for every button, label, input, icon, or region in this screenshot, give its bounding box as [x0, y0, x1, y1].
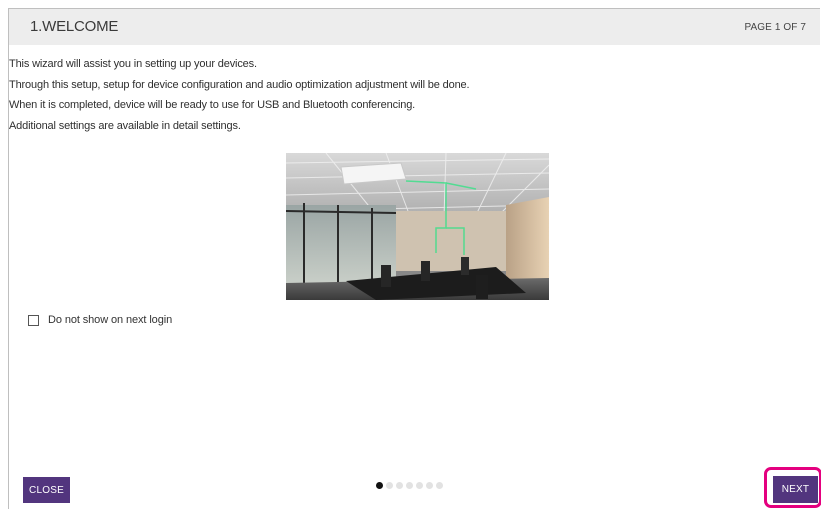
- page-dot-3: [396, 482, 403, 489]
- page-dot-5: [416, 482, 423, 489]
- intro-line: When it is completed, device will be rea…: [9, 99, 416, 111]
- close-button[interactable]: CLOSE: [23, 477, 70, 503]
- wizard-header: 1.WELCOME PAGE 1 OF 7: [9, 9, 820, 45]
- page-dot-1: [376, 482, 383, 489]
- page-title: 1.WELCOME: [30, 18, 119, 35]
- do-not-show-label: Do not show on next login: [48, 314, 173, 326]
- page-dot-7: [436, 482, 443, 489]
- page-dots: [376, 482, 443, 489]
- page-dot-4: [406, 482, 413, 489]
- do-not-show-checkbox[interactable]: [28, 314, 39, 326]
- do-not-show-checkbox-row[interactable]: Do not show on next login: [28, 314, 172, 326]
- page-dot-6: [426, 482, 433, 489]
- page-dot-2: [386, 482, 393, 489]
- page-indicator: PAGE 1 OF 7: [744, 22, 806, 33]
- intro-text: This wizard will assist you in setting u…: [9, 54, 470, 136]
- intro-line: Through this setup, setup for device con…: [9, 78, 470, 91]
- conference-room-image: [286, 153, 549, 300]
- next-button[interactable]: NEXT: [773, 476, 818, 503]
- intro-line: This wizard will assist you in setting u…: [9, 58, 257, 70]
- intro-line: Additional settings are available in det…: [9, 119, 241, 132]
